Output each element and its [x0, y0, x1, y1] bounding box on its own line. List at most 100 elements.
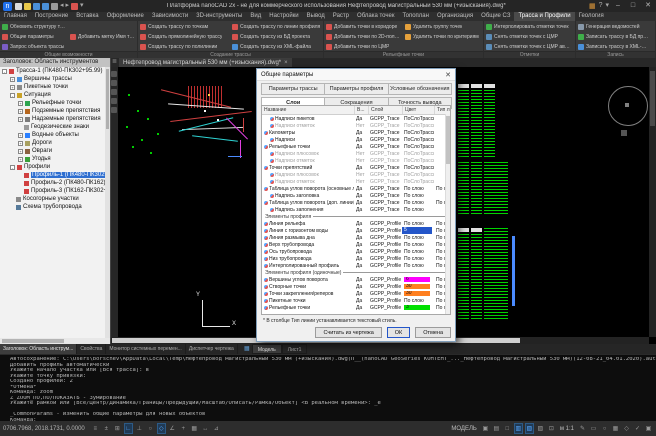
- ribbon-button-2-1-1[interactable]: Удалить точки по критериям: [405, 32, 481, 41]
- ribbon-tab-8[interactable]: Вывод: [303, 12, 329, 21]
- dialog-close-icon[interactable]: ✕: [441, 71, 455, 79]
- strip-icon-4[interactable]: [111, 107, 117, 113]
- mode-icon-0[interactable]: ▣: [481, 423, 490, 434]
- ribbon-button-1-1-1[interactable]: Создать трассу из БД проекта: [232, 32, 321, 41]
- tree-expand-box[interactable]: -: [2, 69, 7, 74]
- ribbon-button-4-0-2[interactable]: Записать трассу в XML-файл: [578, 42, 650, 51]
- snap-icon-7[interactable]: ▦: [190, 423, 199, 434]
- table-row-11[interactable]: Надпись заголовкаДаGCPP_TraceПо слою: [262, 192, 450, 199]
- table-row-24[interactable]: Створные точкиДаGCPP_Profile30По слою: [262, 283, 450, 290]
- tree-expand-box[interactable]: +: [10, 77, 15, 82]
- status-right-icon-0[interactable]: ✎: [578, 423, 587, 434]
- app-logo-icon[interactable]: n: [3, 2, 12, 11]
- panel-tab-2[interactable]: Монитор системных перемен...: [106, 344, 185, 354]
- save-file-icon[interactable]: [33, 3, 40, 10]
- ribbon-tab-4[interactable]: Зависимости: [148, 12, 192, 21]
- ribbon-button-3-0-2[interactable]: Снять отметки точек с ЦМР автом.: [486, 42, 570, 51]
- table-header-cell-2[interactable]: Слой: [368, 106, 402, 114]
- view-icon-2[interactable]: ▧: [525, 423, 534, 434]
- ribbon-button-1-0-2[interactable]: Создать трассу по полилинии: [140, 42, 229, 51]
- undo-icon[interactable]: ◂: [60, 2, 64, 10]
- ribbon-button-0-1-0[interactable]: Добавить метку Имя трассы: [70, 32, 135, 41]
- tree-expand-box[interactable]: +: [18, 141, 23, 146]
- table-row-26[interactable]: Пикетные точкиДаGCPP_ProfileПо слоюПо сл…: [262, 297, 450, 304]
- tree-item-16[interactable]: Косогорные участки: [0, 195, 110, 203]
- table-row-5[interactable]: Надписи плюсовокНетGCPP_TraceПоСлоТрассы: [262, 150, 450, 157]
- table-row-3[interactable]: НадписиДаGCPP_TraceПоСлоТрассы: [262, 136, 450, 143]
- model-grid-icon[interactable]: ▦: [242, 344, 252, 354]
- table-row-25[interactable]: Точки закрепления/реперовДаGCPP_Profile3…: [262, 290, 450, 297]
- table-row-7[interactable]: Точки препятствийДаGCPP_TraceПоСлоТрассы: [262, 164, 450, 171]
- status-right-icon-2[interactable]: ○: [600, 423, 609, 434]
- view-icon-4[interactable]: ⊡: [547, 423, 556, 434]
- snap-icon-6[interactable]: +: [179, 423, 188, 434]
- tree-item-4[interactable]: +Рельефные точки: [0, 99, 110, 107]
- ribbon-tab-2[interactable]: Вставка: [72, 12, 102, 21]
- status-right-icon-5[interactable]: ✓: [633, 423, 642, 434]
- ribbon-button-2-1-0[interactable]: Удалить группу точек: [405, 22, 481, 31]
- ribbon-button-1-1-2[interactable]: Создать трассу из XML-файла: [232, 42, 321, 51]
- tree-item-2[interactable]: +Пикетные точки: [0, 83, 110, 91]
- ribbon-tab-7[interactable]: Настройки: [265, 12, 302, 21]
- tree-item-6[interactable]: +Надземные препятствия: [0, 115, 110, 123]
- ribbon-button-4-0-0[interactable]: Генерация ведомостей: [578, 22, 650, 31]
- tree-expand-box[interactable]: +: [18, 109, 23, 114]
- ribbon-tab-0[interactable]: Главная: [0, 12, 31, 21]
- snap-icon-4[interactable]: ◇: [157, 423, 166, 434]
- ribbon-button-0-0-2[interactable]: Запрос объекта трассы: [2, 42, 67, 51]
- strip-icon-0[interactable]: [111, 71, 117, 77]
- ribbon-tab-6[interactable]: Вид: [246, 12, 265, 21]
- tree-item-10[interactable]: +Овраги: [0, 147, 110, 155]
- tree-item-3[interactable]: -Ситуация: [0, 91, 110, 99]
- doc-menu-icon[interactable]: ≣: [110, 58, 119, 67]
- tree-expand-box[interactable]: +: [18, 117, 23, 122]
- table-header-cell-3[interactable]: Цвет: [402, 106, 434, 114]
- drawing-vertical-scrollbar[interactable]: [649, 67, 656, 337]
- panel-tab-3[interactable]: Диспетчер чертежа: [186, 344, 238, 354]
- help-button[interactable]: ?: [599, 2, 603, 10]
- grid-icon[interactable]: ▦: [589, 2, 596, 10]
- dialog-tab-0-0[interactable]: Параметры трассы: [261, 83, 325, 95]
- tree-vertical-scrollbar[interactable]: [105, 67, 110, 338]
- table-row-6[interactable]: Надписи отметокНетGCPP_TraceПоСлоТрассы: [262, 157, 450, 164]
- tree-expand-box[interactable]: +: [18, 149, 23, 154]
- model-tab-1[interactable]: Лист1: [282, 344, 308, 354]
- cancel-button[interactable]: Отмена: [415, 327, 451, 338]
- ribbon-tab-1[interactable]: Построение: [31, 12, 72, 21]
- tree-expand-box[interactable]: -: [10, 165, 15, 170]
- tree-item-9[interactable]: +Дороги: [0, 139, 110, 147]
- snap-icon-8[interactable]: ↔: [201, 423, 210, 434]
- tree-expand-box[interactable]: +: [18, 133, 23, 138]
- status-left-icon-1[interactable]: ±: [102, 423, 111, 434]
- ribbon-button-1-1-0[interactable]: Создать трассу по линии профиля: [232, 22, 321, 31]
- table-row-4[interactable]: Рельефные точкиДаGCPP_TraceПоСлоТрассы: [262, 143, 450, 150]
- tree-item-1[interactable]: +Вершины трассы: [0, 75, 110, 83]
- tree-item-14[interactable]: Профиль-2 (ПК480-ПК162): [0, 179, 110, 187]
- table-row-0[interactable]: Надписи пикетовДаGCPP_TraceПоСлоТрассы: [262, 115, 450, 122]
- tree-item-7[interactable]: Геодезические знаки: [0, 123, 110, 131]
- print-icon[interactable]: [51, 3, 58, 10]
- strip-icon-3[interactable]: [111, 98, 117, 104]
- ribbon-button-2-0-0[interactable]: Добавить точки в коридоре: [326, 22, 402, 31]
- panel-tab-0[interactable]: Заголовок: Область инструм...: [0, 344, 77, 354]
- ribbon-button-1-0-0[interactable]: Создать трассу по точкам: [140, 22, 229, 31]
- ribbon-button-0-0-0[interactable]: Обновить структуру трасс: [2, 22, 67, 31]
- snap-icon-2[interactable]: ⊥: [135, 423, 144, 434]
- new-file-icon[interactable]: [15, 3, 22, 10]
- table-header-cell-0[interactable]: Название: [262, 106, 354, 114]
- table-row-21[interactable]: Интерполированный профильДаGCPP_ProfileП…: [262, 262, 450, 269]
- ribbon-button-2-0-1[interactable]: Добавить точки по 2D-полилиниям: [326, 32, 402, 41]
- ribbon-button-2-0-2[interactable]: Добавить точки по ЦМР: [326, 42, 402, 51]
- read-from-drawing-button[interactable]: Считать из чертежа: [315, 327, 381, 338]
- ribbon-tab-5[interactable]: 3D-инструменты: [192, 12, 246, 21]
- tree-expand-box[interactable]: +: [10, 85, 15, 90]
- tree-expand-box[interactable]: +: [18, 101, 23, 106]
- table-row-9[interactable]: Надписи отметокНетGCPP_TraceПоСлоТрассы: [262, 178, 450, 185]
- tree-expand-box[interactable]: -: [10, 93, 15, 98]
- table-header-cell-4[interactable]: Тип л...: [434, 106, 450, 114]
- ribbon-tab-15[interactable]: Геология: [575, 12, 608, 21]
- strip-icon-2[interactable]: [111, 89, 117, 95]
- table-row-19[interactable]: Ось трубопроводаДаGCPP_ProfileПо слоюПо …: [262, 248, 450, 255]
- model-tab-0[interactable]: Модель: [252, 344, 282, 354]
- table-header-cell-1[interactable]: В...: [354, 106, 368, 114]
